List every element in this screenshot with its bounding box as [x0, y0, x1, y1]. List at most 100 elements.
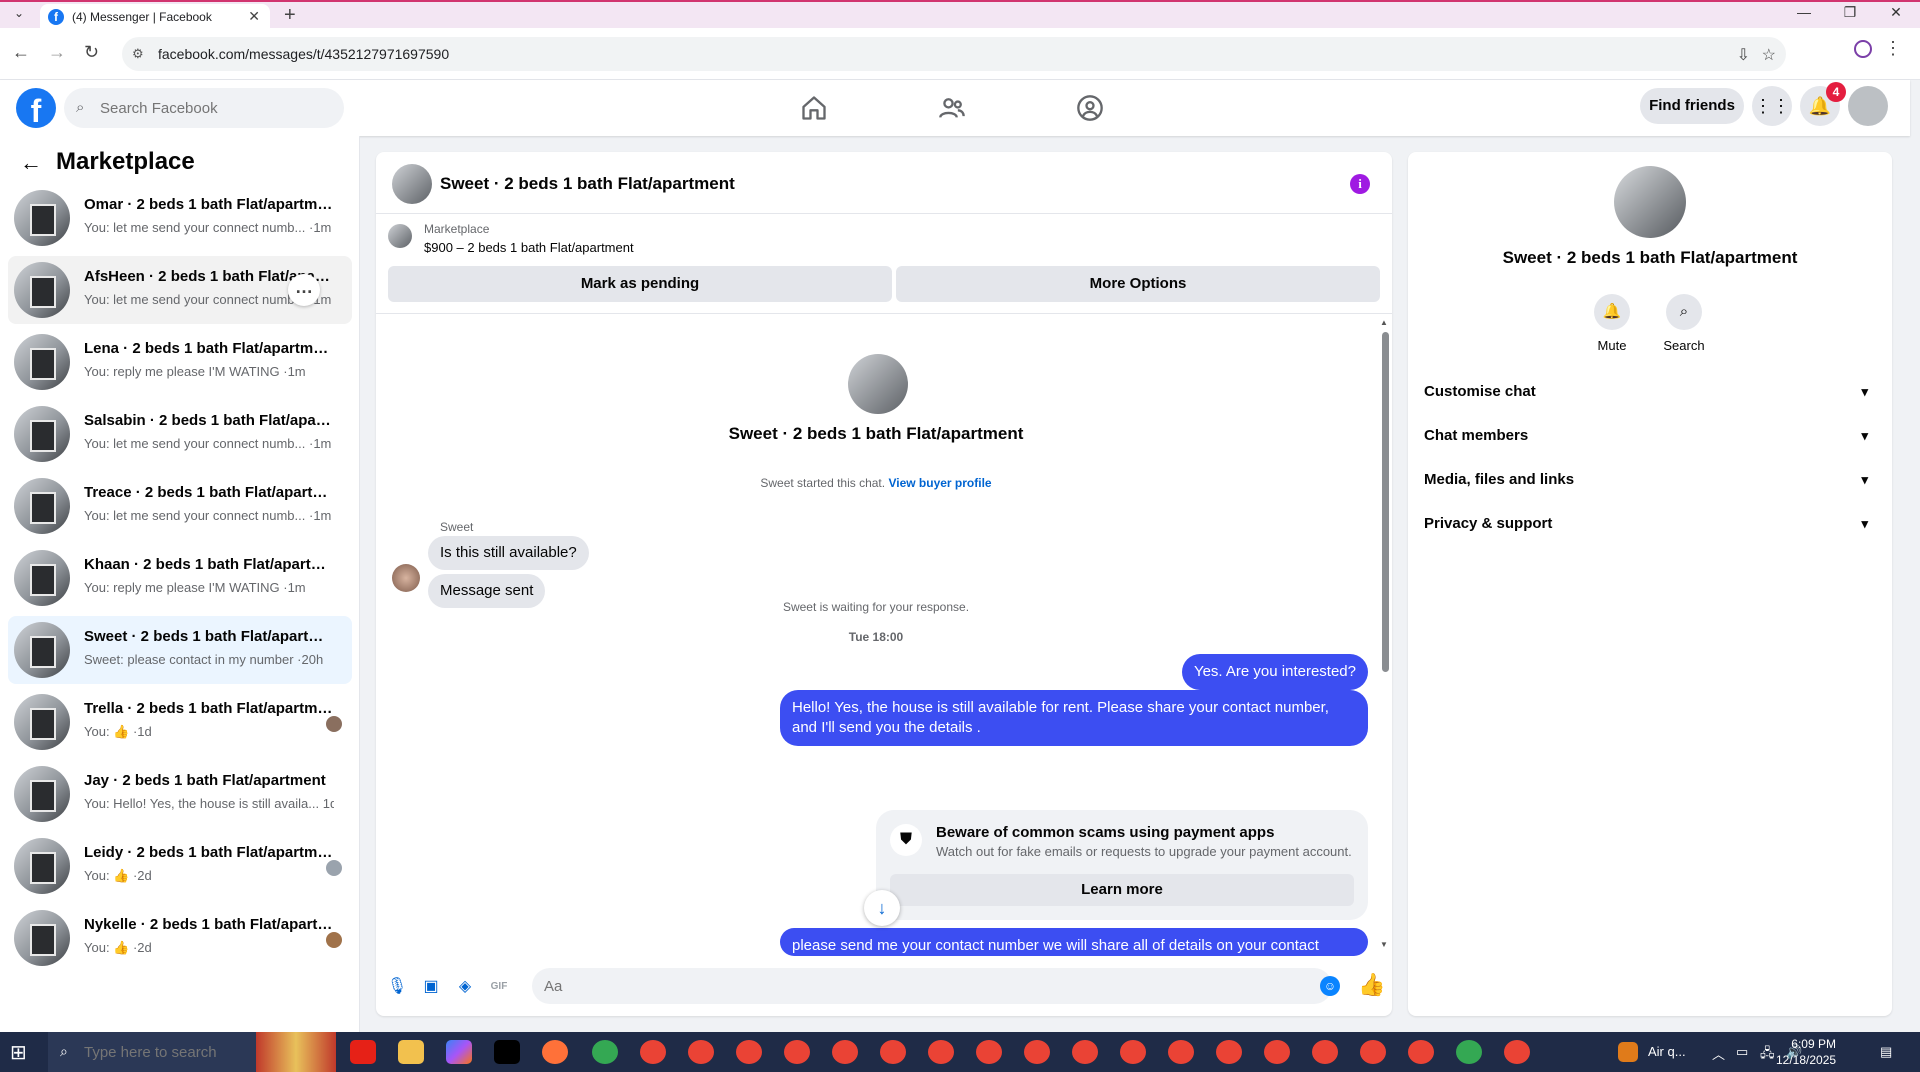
windows-start-icon[interactable]: ⊞ — [10, 1040, 27, 1065]
tiktok-app-icon[interactable] — [494, 1040, 520, 1064]
conversation-item[interactable]: Omar · 2 beds 1 bath Flat/apartment You:… — [8, 184, 352, 252]
youtube-app-icon[interactable] — [350, 1040, 376, 1064]
chrome-app-icon[interactable] — [832, 1040, 858, 1064]
scroll-thumb[interactable] — [1382, 332, 1389, 672]
chrome-app-icon[interactable] — [1456, 1040, 1482, 1064]
conversation-item[interactable]: Treace · 2 beds 1 bath Flat/apartment Yo… — [8, 472, 352, 540]
info-icon[interactable]: i — [1350, 174, 1370, 194]
more-options-icon[interactable]: … — [288, 274, 320, 306]
notification-center-icon[interactable]: ▤ — [1880, 1044, 1892, 1060]
like-thumbs-up-icon[interactable]: 👍 — [1358, 972, 1385, 998]
scroll-to-bottom-icon[interactable]: ↓ — [864, 890, 900, 926]
view-buyer-profile-link[interactable]: View buyer profile — [888, 476, 991, 490]
gif-icon[interactable]: GIF — [488, 976, 510, 998]
back-icon[interactable]: ← — [12, 42, 30, 63]
meet-now-icon[interactable]: ▭ — [1736, 1044, 1748, 1060]
microphone-icon[interactable]: 🎙 — [386, 976, 408, 998]
mute-button[interactable]: 🔔 Mute — [1572, 294, 1652, 353]
copilot-app-icon[interactable] — [446, 1040, 472, 1064]
conversation-item[interactable]: Salsabin · 2 beds 1 bath Flat/apartment … — [8, 400, 352, 468]
chrome-app-icon[interactable] — [1120, 1040, 1146, 1064]
new-tab-icon[interactable]: + — [284, 4, 296, 27]
minimize-icon[interactable]: — — [1784, 4, 1824, 20]
chrome-app-icon[interactable] — [1024, 1040, 1050, 1064]
chrome-app-icon[interactable] — [1504, 1040, 1530, 1064]
facebook-search-input[interactable] — [100, 88, 336, 128]
maximize-icon[interactable]: ❐ — [1830, 4, 1870, 21]
conversation-item[interactable]: Khaan · 2 beds 1 bath Flat/apartment You… — [8, 544, 352, 612]
account-avatar[interactable] — [1848, 86, 1888, 126]
chrome-app-icon[interactable] — [784, 1040, 810, 1064]
chat-title[interactable]: Sweet · 2 beds 1 bath Flat/apartment — [440, 174, 735, 194]
chrome-app-icon[interactable] — [1216, 1040, 1242, 1064]
listing-price-title[interactable]: $900 – 2 beds 1 bath Flat/apartment — [424, 240, 634, 255]
site-info-icon[interactable]: ⚙ — [132, 46, 144, 62]
url-text[interactable]: facebook.com/messages/t/4352127971697590 — [158, 46, 449, 62]
tray-chevron-icon[interactable]: ︿ — [1712, 1044, 1725, 1063]
forward-icon[interactable]: → — [48, 42, 66, 63]
sender-avatar[interactable] — [392, 564, 420, 592]
install-app-icon[interactable]: ⇩ — [1737, 45, 1750, 65]
more-options-button[interactable]: More Options — [896, 266, 1380, 302]
browser-tab[interactable]: f (4) Messenger | Facebook ✕ — [40, 4, 270, 30]
facebook-logo-icon[interactable]: f — [16, 88, 56, 129]
taskbar-search-input[interactable] — [84, 1032, 254, 1072]
chrome-app-icon[interactable] — [1264, 1040, 1290, 1064]
conversation-item[interactable]: Trella · 2 beds 1 bath Flat/apartment Yo… — [8, 688, 352, 756]
taskbar-clock[interactable]: 6:09 PM 12/18/2025 — [1776, 1036, 1836, 1068]
chrome-app-icon[interactable] — [592, 1040, 618, 1064]
chrome-app-icon[interactable] — [1408, 1040, 1434, 1064]
mark-as-pending-button[interactable]: Mark as pending — [388, 266, 892, 302]
chrome-app-icon[interactable] — [976, 1040, 1002, 1064]
message-input[interactable] — [532, 968, 1332, 1004]
conversation-item[interactable]: Nykelle · 2 beds 1 bath Flat/apartment Y… — [8, 904, 352, 972]
sticker-icon[interactable]: ◈ — [454, 976, 476, 998]
browser-menu-icon[interactable]: ⋮ — [1884, 38, 1902, 59]
chrome-app-icon[interactable] — [688, 1040, 714, 1064]
file-explorer-icon[interactable] — [398, 1040, 424, 1064]
close-window-icon[interactable]: ✕ — [1876, 4, 1916, 21]
chrome-app-icon[interactable] — [1072, 1040, 1098, 1064]
chrome-app-icon[interactable] — [736, 1040, 762, 1064]
reload-icon[interactable]: ↻ — [84, 42, 99, 63]
scroll-down-arrow-icon[interactable]: ▼ — [1380, 940, 1388, 949]
address-bar[interactable]: ⚙ facebook.com/messages/t/43521279716975… — [122, 37, 1786, 71]
chrome-app-icon[interactable] — [928, 1040, 954, 1064]
privacy-support-row[interactable]: Privacy & support ▾ — [1424, 504, 1876, 544]
home-icon[interactable] — [800, 94, 828, 122]
weather-icon[interactable] — [1618, 1042, 1638, 1062]
scrollbar[interactable]: ▲ ▼ — [1380, 318, 1390, 952]
taskbar-search[interactable]: ⌕ — [48, 1032, 256, 1072]
chrome-app-icon[interactable] — [640, 1040, 666, 1064]
customise-chat-row[interactable]: Customise chat ▾ — [1424, 372, 1876, 412]
weather-text[interactable]: Air q... — [1648, 1044, 1686, 1059]
outgoing-message[interactable]: please send me your contact number we wi… — [780, 928, 1368, 956]
chrome-app-icon[interactable] — [1312, 1040, 1338, 1064]
tab-search-dropdown-icon[interactable]: ⌄ — [8, 6, 30, 26]
photo-attach-icon[interactable]: ▣ — [420, 976, 442, 998]
conversation-item[interactable]: Lena · 2 beds 1 bath Flat/apartment You:… — [8, 328, 352, 396]
back-arrow-icon[interactable]: ← — [20, 150, 42, 176]
conversation-item[interactable]: Jay · 2 beds 1 bath Flat/apartment You: … — [8, 760, 352, 828]
firefox-app-icon[interactable] — [542, 1040, 568, 1064]
find-friends-button[interactable]: Find friends — [1640, 88, 1744, 124]
facebook-search[interactable]: ⌕ — [64, 88, 344, 128]
chat-members-row[interactable]: Chat members ▾ — [1424, 416, 1876, 456]
outgoing-message[interactable]: Yes. Are you interested? — [1181, 654, 1368, 690]
close-tab-icon[interactable]: ✕ — [248, 8, 260, 25]
search-highlight-image[interactable] — [256, 1032, 336, 1072]
groups-icon[interactable] — [1076, 94, 1104, 122]
incoming-message[interactable]: Is this still available? — [428, 536, 589, 570]
network-icon[interactable]: 🖧 — [1760, 1044, 1775, 1066]
scroll-up-icon[interactable]: ▲ — [1380, 318, 1388, 327]
friends-icon[interactable] — [938, 94, 966, 122]
outgoing-message[interactable]: Hello! Yes, the house is still available… — [780, 690, 1368, 746]
search-conversation-button[interactable]: ⌕ Search — [1644, 294, 1724, 353]
conversation-item[interactable]: AfsHeen · 2 beds 1 bath Flat/apartment Y… — [8, 256, 352, 324]
chat-listing-thumbnail[interactable] — [392, 164, 432, 204]
bookmark-star-icon[interactable]: ☆ — [1762, 45, 1776, 65]
chrome-app-icon[interactable] — [1360, 1040, 1386, 1064]
conversation-item[interactable]: Leidy · 2 beds 1 bath Flat/apartment You… — [8, 832, 352, 900]
chrome-app-icon[interactable] — [880, 1040, 906, 1064]
conversation-item-active[interactable]: Sweet · 2 beds 1 bath Flat/apartment Swe… — [8, 616, 352, 684]
